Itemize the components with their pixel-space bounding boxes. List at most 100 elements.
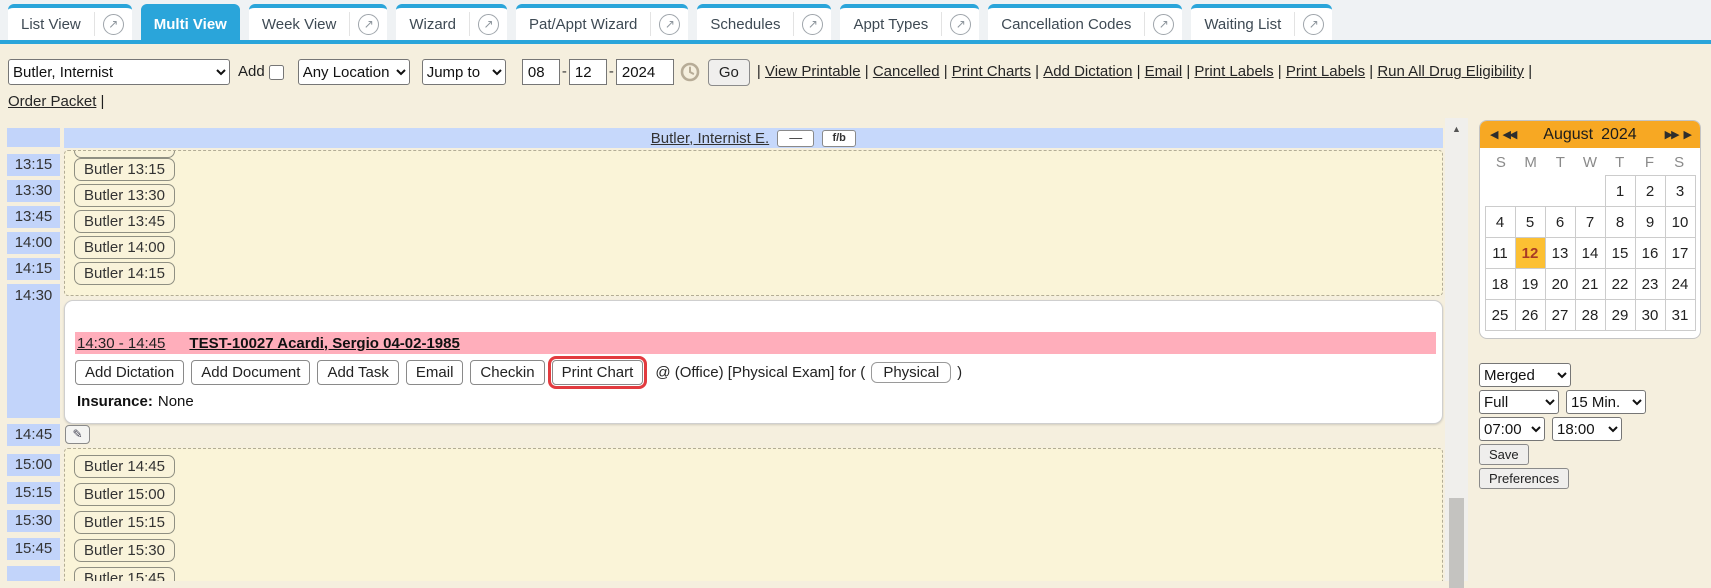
slot-button-butler-15-15[interactable]: Butler 15:15: [74, 511, 175, 534]
calendar-day-1[interactable]: 1: [1605, 176, 1635, 207]
minimize-column-button[interactable]: —: [777, 130, 814, 147]
scroll-up-icon[interactable]: ▲: [1445, 118, 1468, 140]
calendar-day-30[interactable]: 30: [1635, 300, 1665, 331]
slot-button-butler-13-30[interactable]: Butler 13:30: [74, 184, 175, 207]
start-time-select[interactable]: 07:00: [1479, 417, 1545, 441]
open-in-new-icon[interactable]: ↗: [358, 14, 379, 35]
open-in-new-icon[interactable]: ↗: [802, 14, 823, 35]
link-add-dictation[interactable]: Add Dictation: [1043, 63, 1132, 80]
calendar-day-12[interactable]: 12: [1515, 238, 1545, 269]
link-view-printable[interactable]: View Printable: [765, 63, 861, 80]
tab-pat-appt-wizard[interactable]: Pat/Appt Wizard↗: [516, 4, 688, 40]
slot-button-butler-13-45[interactable]: Butler 13:45: [74, 210, 175, 233]
calendar-day-24[interactable]: 24: [1665, 269, 1695, 300]
slot-button-butler-15-45[interactable]: Butler 15:45: [74, 567, 175, 581]
calendar-day-22[interactable]: 22: [1605, 269, 1635, 300]
link-print-labels[interactable]: Print Labels: [1286, 63, 1365, 80]
open-in-new-icon[interactable]: ↗: [659, 14, 680, 35]
calendar-day-14[interactable]: 14: [1575, 238, 1605, 269]
calendar-day-13[interactable]: 13: [1545, 238, 1575, 269]
interval-select[interactable]: 15 Min.: [1566, 390, 1646, 414]
add-task-button[interactable]: Add Task: [317, 360, 398, 385]
calendar-prev-year-icon[interactable]: ◀◀: [1499, 128, 1518, 141]
calendar-prev-month-icon[interactable]: ◀: [1487, 128, 1499, 141]
calendar-day-8[interactable]: 8: [1605, 207, 1635, 238]
end-time-select[interactable]: 18:00: [1552, 417, 1622, 441]
open-in-new-icon[interactable]: ↗: [950, 14, 971, 35]
open-in-new-icon[interactable]: ↗: [1303, 14, 1324, 35]
merge-view-select[interactable]: Merged: [1479, 363, 1571, 387]
tab-waiting-list[interactable]: Waiting List↗: [1191, 4, 1332, 40]
preferences-button[interactable]: Preferences: [1479, 468, 1569, 489]
tab-schedules[interactable]: Schedules↗: [697, 4, 831, 40]
calendar-day-16[interactable]: 16: [1635, 238, 1665, 269]
tab-wizard[interactable]: Wizard↗: [396, 4, 507, 40]
slot-button-butler-14-45[interactable]: Butler 14:45: [74, 455, 175, 478]
patient-link[interactable]: TEST-10027 Acardi, Sergio 04-02-1985: [189, 335, 459, 352]
add-checkbox[interactable]: [269, 65, 284, 80]
calendar-day-15[interactable]: 15: [1605, 238, 1635, 269]
slot-button-butler-15-00[interactable]: Butler 15:00: [74, 483, 175, 506]
checkin-button[interactable]: Checkin: [470, 360, 544, 385]
calendar-day-26[interactable]: 26: [1515, 300, 1545, 331]
tab-appt-types[interactable]: Appt Types↗: [840, 4, 979, 40]
calendar-day-10[interactable]: 10: [1665, 207, 1695, 238]
slot-button-butler-14-00[interactable]: Butler 14:00: [74, 236, 175, 259]
calendar-day-21[interactable]: 21: [1575, 269, 1605, 300]
date-month-input[interactable]: [522, 59, 560, 85]
provider-select[interactable]: Butler, Internist: [8, 59, 230, 85]
slot-button-butler-13-00[interactable]: Butler 13:00: [74, 150, 175, 158]
calendar-day-5[interactable]: 5: [1515, 207, 1545, 238]
calendar-day-20[interactable]: 20: [1545, 269, 1575, 300]
provider-header-link[interactable]: Butler, Internist E.: [651, 130, 769, 147]
tab-multi-view[interactable]: Multi View: [141, 4, 240, 40]
calendar-day-2[interactable]: 2: [1635, 176, 1665, 207]
calendar-day-3[interactable]: 3: [1665, 176, 1695, 207]
appointment-time-link[interactable]: 14:30 - 14:45: [77, 335, 165, 352]
edit-slot-button[interactable]: ✎: [65, 425, 90, 444]
jump-to-select[interactable]: Jump to: [422, 59, 506, 85]
scrollbar-thumb[interactable]: [1449, 498, 1464, 588]
calendar-day-23[interactable]: 23: [1635, 269, 1665, 300]
add-document-button[interactable]: Add Document: [191, 360, 310, 385]
go-button[interactable]: Go: [708, 59, 750, 86]
calendar-day-19[interactable]: 19: [1515, 269, 1545, 300]
email-button[interactable]: Email: [406, 360, 464, 385]
link-order-packet[interactable]: Order Packet: [8, 93, 96, 110]
calendar-next-year-icon[interactable]: ▶▶: [1662, 128, 1681, 141]
slot-button-butler-15-30[interactable]: Butler 15:30: [74, 539, 175, 562]
tab-week-view[interactable]: Week View↗: [249, 4, 387, 40]
calendar-day-6[interactable]: 6: [1545, 207, 1575, 238]
calendar-day-28[interactable]: 28: [1575, 300, 1605, 331]
calendar-day-7[interactable]: 7: [1575, 207, 1605, 238]
tab-cancellation-codes[interactable]: Cancellation Codes↗: [988, 4, 1182, 40]
calendar-day-25[interactable]: 25: [1485, 300, 1515, 331]
print-chart-button[interactable]: Print Chart: [552, 360, 644, 385]
link-print-charts[interactable]: Print Charts: [952, 63, 1031, 80]
calendar-next-month-icon[interactable]: ▶: [1681, 128, 1693, 141]
schedule-scrollbar[interactable]: ▲: [1445, 118, 1468, 581]
link-print-labels[interactable]: Print Labels: [1194, 63, 1273, 80]
calendar-day-17[interactable]: 17: [1665, 238, 1695, 269]
calendar-day-4[interactable]: 4: [1485, 207, 1515, 238]
appointment-type-button[interactable]: Physical: [871, 362, 951, 383]
link-cancelled[interactable]: Cancelled: [873, 63, 940, 80]
link-email[interactable]: Email: [1145, 63, 1183, 80]
open-in-new-icon[interactable]: ↗: [478, 14, 499, 35]
slot-button-butler-14-15[interactable]: Butler 14:15: [74, 262, 175, 285]
calendar-day-29[interactable]: 29: [1605, 300, 1635, 331]
location-select[interactable]: Any Location: [298, 59, 410, 85]
save-button[interactable]: Save: [1479, 444, 1529, 465]
slot-button-butler-13-15[interactable]: Butler 13:15: [74, 158, 175, 181]
open-in-new-icon[interactable]: ↗: [1153, 14, 1174, 35]
calendar-day-11[interactable]: 11: [1485, 238, 1515, 269]
calendar-day-9[interactable]: 9: [1635, 207, 1665, 238]
size-select[interactable]: Full: [1479, 390, 1559, 414]
add-dictation-button[interactable]: Add Dictation: [75, 360, 184, 385]
calendar-day-27[interactable]: 27: [1545, 300, 1575, 331]
fb-button[interactable]: f/b: [822, 130, 856, 147]
open-in-new-icon[interactable]: ↗: [103, 14, 124, 35]
tab-list-view[interactable]: List View↗: [8, 4, 132, 40]
date-year-input[interactable]: [616, 59, 674, 85]
calendar-day-18[interactable]: 18: [1485, 269, 1515, 300]
